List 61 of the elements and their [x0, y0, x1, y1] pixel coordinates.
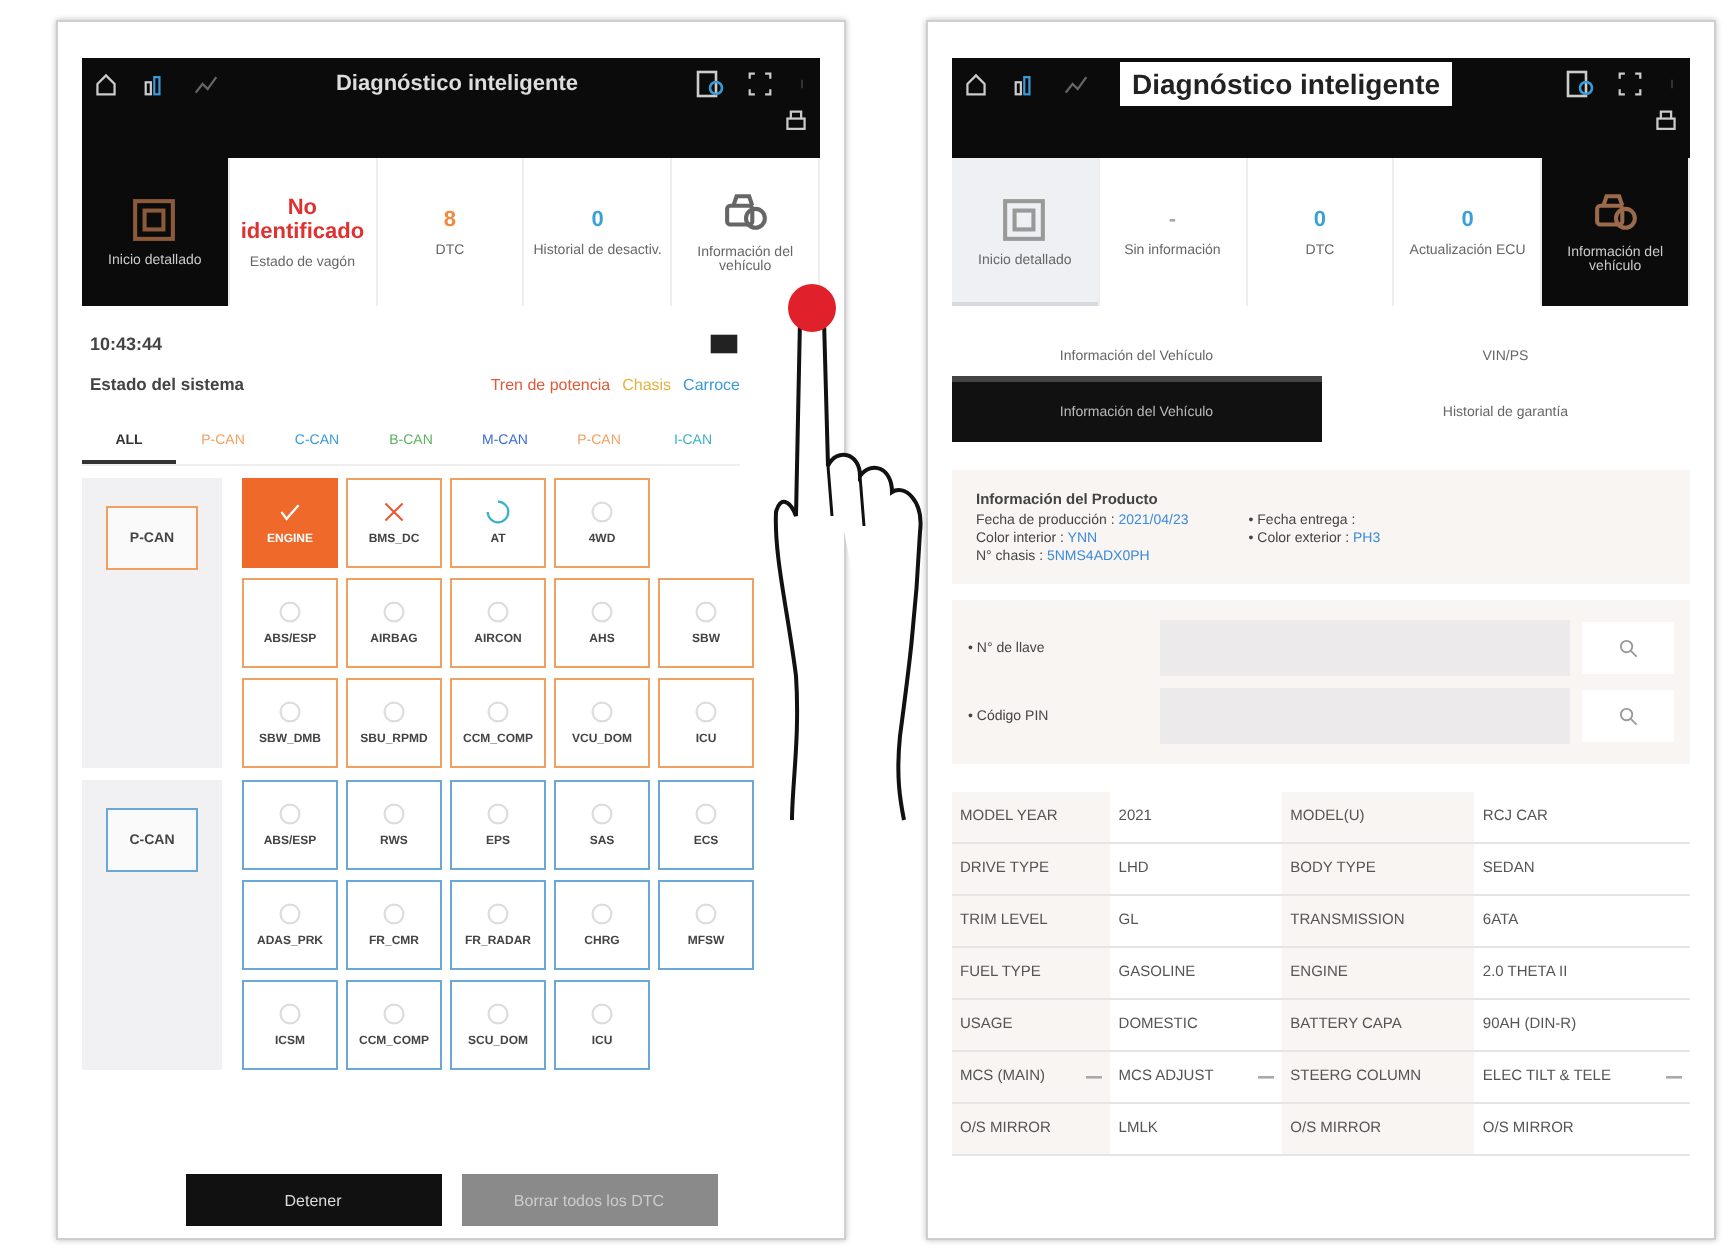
circle-icon — [278, 902, 302, 926]
tile-value: - — [1168, 207, 1177, 231]
circle-icon — [590, 802, 614, 826]
tile-value: 8 — [443, 207, 457, 231]
circle-icon — [590, 500, 614, 524]
tile-value: No identificado — [238, 195, 367, 243]
panel-icon — [132, 197, 177, 241]
screen-title: Diagnóstico inteligente — [1120, 62, 1453, 106]
circle-icon — [278, 802, 302, 826]
device-icon[interactable] — [1566, 70, 1594, 98]
dash-icon[interactable] — [1666, 1075, 1682, 1079]
search-icon — [1618, 638, 1638, 658]
graph-icon[interactable] — [1064, 72, 1088, 96]
circle-icon — [382, 802, 406, 826]
circle-icon — [382, 902, 406, 926]
fullscreen-icon[interactable] — [1618, 72, 1642, 96]
circle-icon — [486, 1002, 510, 1026]
fullscreen-icon[interactable] — [748, 72, 772, 96]
circle-icon — [694, 802, 718, 826]
car-info-icon — [723, 190, 768, 234]
print-icon[interactable] — [1654, 110, 1678, 134]
check-icon — [276, 500, 304, 524]
home-icon[interactable] — [94, 72, 118, 96]
circle-icon — [382, 600, 406, 624]
legend-label: Tren de potencia — [490, 375, 611, 393]
dash-icon[interactable] — [1086, 1075, 1103, 1079]
legend-label: Chasis — [622, 375, 672, 393]
screen-title: Diagnóstico inteligente — [333, 72, 580, 96]
time-text: 10:43:44 — [90, 334, 163, 354]
circle-icon — [590, 600, 614, 624]
circle-icon — [486, 802, 510, 826]
circle-icon — [486, 902, 510, 926]
circle-icon — [382, 1002, 406, 1026]
dash-icon[interactable] — [1258, 1075, 1275, 1079]
circle-icon — [694, 600, 718, 624]
spinner-icon — [484, 500, 512, 524]
cross-icon — [380, 500, 408, 524]
legend-label: Carroce — [683, 375, 740, 393]
panel-icon — [1002, 197, 1047, 241]
circle-icon — [278, 600, 302, 624]
circle-icon — [486, 600, 510, 624]
circle-icon — [486, 700, 510, 724]
tile-value: 0 — [1461, 207, 1474, 231]
home-icon[interactable] — [964, 72, 988, 96]
tile-value: 0 — [591, 207, 604, 231]
tile-value: 0 — [1313, 207, 1327, 231]
circle-icon — [382, 700, 406, 724]
action-button[interactable]: Detener — [185, 1174, 441, 1226]
circle-icon — [590, 700, 614, 724]
car-info-icon — [1593, 190, 1638, 234]
circle-icon — [694, 902, 718, 926]
status-title: Estado del sistema — [90, 374, 247, 394]
circle-icon — [278, 700, 302, 724]
device-icon[interactable] — [696, 70, 724, 98]
circle-icon — [694, 700, 718, 724]
graph-icon[interactable] — [194, 72, 218, 96]
print-icon[interactable] — [784, 110, 808, 134]
circle-icon — [590, 1002, 614, 1026]
search-icon — [1618, 706, 1638, 726]
circle-icon — [278, 1002, 302, 1026]
circle-icon — [590, 902, 614, 926]
